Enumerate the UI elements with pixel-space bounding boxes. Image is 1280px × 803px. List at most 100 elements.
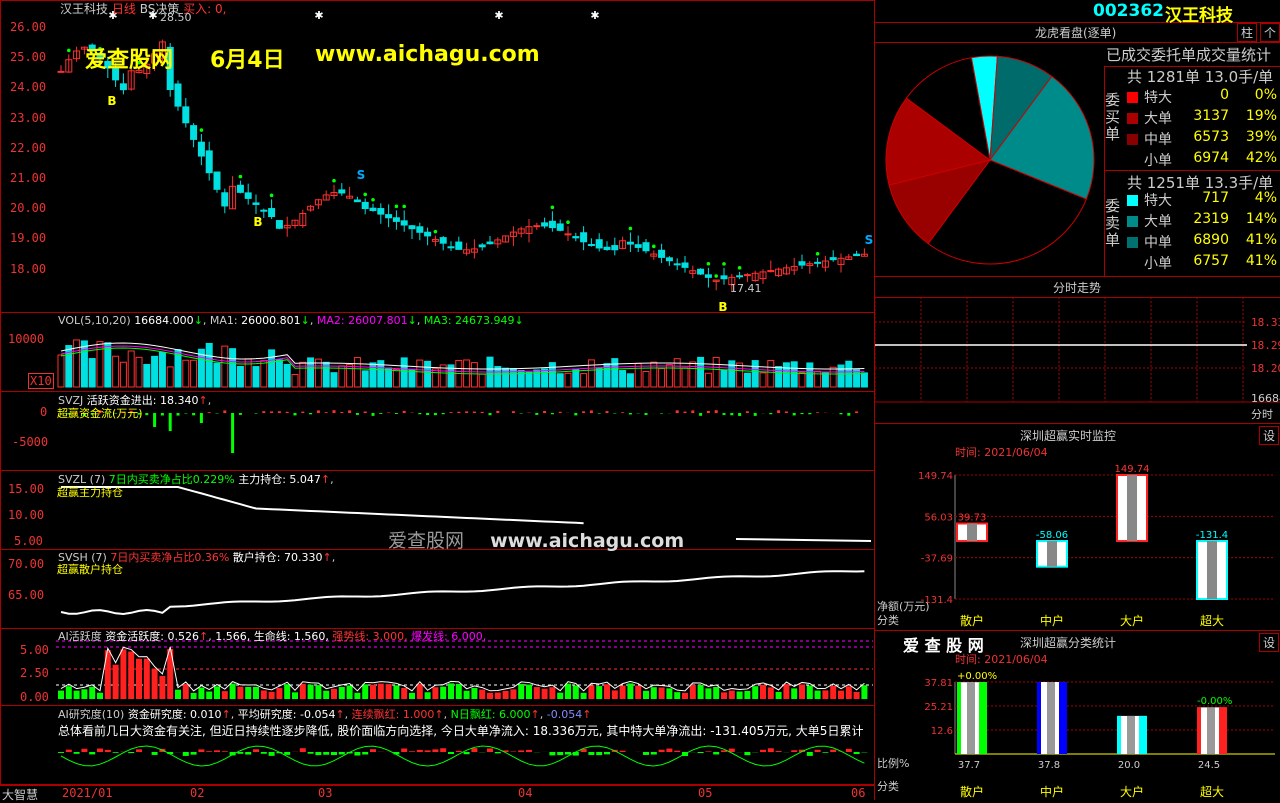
candle-body: [206, 151, 212, 173]
flow-bar: [543, 411, 546, 413]
research-bar: [596, 752, 602, 755]
candle-body: [456, 242, 462, 249]
flow-bar: [574, 413, 577, 415]
signal-dot: [652, 245, 656, 249]
activity-bar: [159, 676, 165, 699]
price-axis-tick: 25.00: [10, 50, 46, 64]
flow-bar: [715, 410, 718, 413]
volume-bar: [838, 365, 844, 387]
candle-body: [448, 247, 454, 248]
signal-dot: [722, 262, 726, 266]
flow-bar: [645, 413, 648, 415]
research-bar: [74, 752, 80, 754]
svsh-axis-0: 70.00: [8, 557, 44, 571]
activity-bar: [565, 684, 571, 699]
activity-bar: [776, 692, 782, 699]
order-stat-row: 特大00%: [1127, 87, 1279, 107]
period-label[interactable]: 日线: [112, 2, 136, 16]
volume-bar: [354, 358, 360, 387]
longhu-title: 龙虎看盘(逐单): [1035, 24, 1116, 41]
candle-body: [674, 264, 680, 265]
order-stat-row: 小单675741%: [1127, 253, 1279, 273]
flow-bar: [231, 413, 234, 453]
ma2-line: [61, 346, 864, 372]
activity-bar: [799, 684, 805, 699]
order-count: 6974: [1193, 150, 1229, 166]
activity-bar: [308, 685, 314, 699]
realtime-settings-button[interactable]: 设: [1259, 426, 1279, 445]
order-stat-row: 大单231914%: [1127, 211, 1279, 231]
volume-bar: [97, 342, 103, 387]
activity-bar: [744, 691, 750, 699]
flow-bar: [356, 413, 359, 415]
intraday-chart[interactable]: [875, 297, 1280, 422]
volume-bar: [690, 362, 696, 387]
volume-bar: [854, 370, 860, 387]
activity-bar: [440, 687, 446, 699]
activity-bar: [66, 686, 72, 699]
activity-bar: [721, 692, 727, 699]
class-bar-shade: [967, 682, 975, 754]
volume-bar: [573, 369, 579, 387]
zhu-button[interactable]: 柱: [1237, 23, 1257, 42]
legend-swatch: [1127, 258, 1138, 269]
research-bar: [89, 752, 95, 754]
activity-bar: [495, 693, 501, 699]
candle-body: [542, 223, 548, 226]
activity-bar: [276, 688, 282, 699]
research-bar: [58, 752, 64, 753]
research-bar: [549, 752, 555, 755]
class-change-label: -0.00%: [1197, 696, 1232, 707]
flow-bar: [161, 413, 164, 416]
flow-bar: [465, 411, 468, 413]
flow-bar: [403, 411, 406, 413]
legend-swatch: [1127, 155, 1138, 166]
flow-bar: [457, 412, 460, 413]
activity-bar: [729, 691, 735, 699]
flow-bar: [496, 411, 499, 413]
activity-bar: [659, 688, 665, 699]
volume-bar: [620, 371, 626, 387]
retail-holding-line: [61, 571, 864, 614]
main-holding-line: [61, 487, 584, 523]
research-bar: [152, 752, 158, 755]
flow-bar: [317, 410, 320, 413]
research-bar: [666, 749, 672, 752]
volume-bar: [783, 363, 789, 387]
activity-bar: [128, 652, 134, 699]
candle-body: [386, 215, 392, 218]
research-bar: [354, 752, 360, 756]
b-signal: B: [253, 215, 262, 229]
class-settings-button[interactable]: 设: [1259, 633, 1279, 652]
activity-bar: [737, 691, 743, 699]
research-bar: [315, 752, 321, 755]
activity-bar: [588, 685, 594, 699]
candle-body: [245, 193, 251, 199]
legend-swatch: [1127, 195, 1138, 206]
research-bar: [768, 748, 774, 752]
volume-bar: [549, 363, 555, 387]
volume-bar: [261, 361, 267, 387]
volume-bar: [791, 362, 797, 387]
candle-body: [261, 210, 267, 211]
flow-bar: [434, 413, 437, 415]
middle-watermark: 爱查股网 www.aichagu.com: [388, 526, 684, 553]
flow-bar: [239, 413, 242, 415]
activity-bar: [464, 691, 470, 699]
candle-body: [737, 276, 743, 277]
activity-bar: [846, 686, 852, 699]
research-bar: [191, 752, 197, 755]
activity-bar: [838, 691, 844, 699]
volume-bar: [768, 360, 774, 387]
volume-bar: [128, 351, 134, 387]
watermark-date: 6月4日: [210, 42, 285, 74]
candle-body: [425, 232, 431, 236]
ge-button[interactable]: 个: [1260, 23, 1280, 42]
candle-body: [378, 209, 384, 215]
ma1-value: 26000.801: [241, 314, 301, 327]
research-bar: [401, 749, 407, 752]
research-line: [61, 746, 864, 766]
candle-body: [409, 226, 415, 229]
activity-bar: [487, 693, 493, 699]
time-tick-2: 03: [318, 786, 332, 800]
